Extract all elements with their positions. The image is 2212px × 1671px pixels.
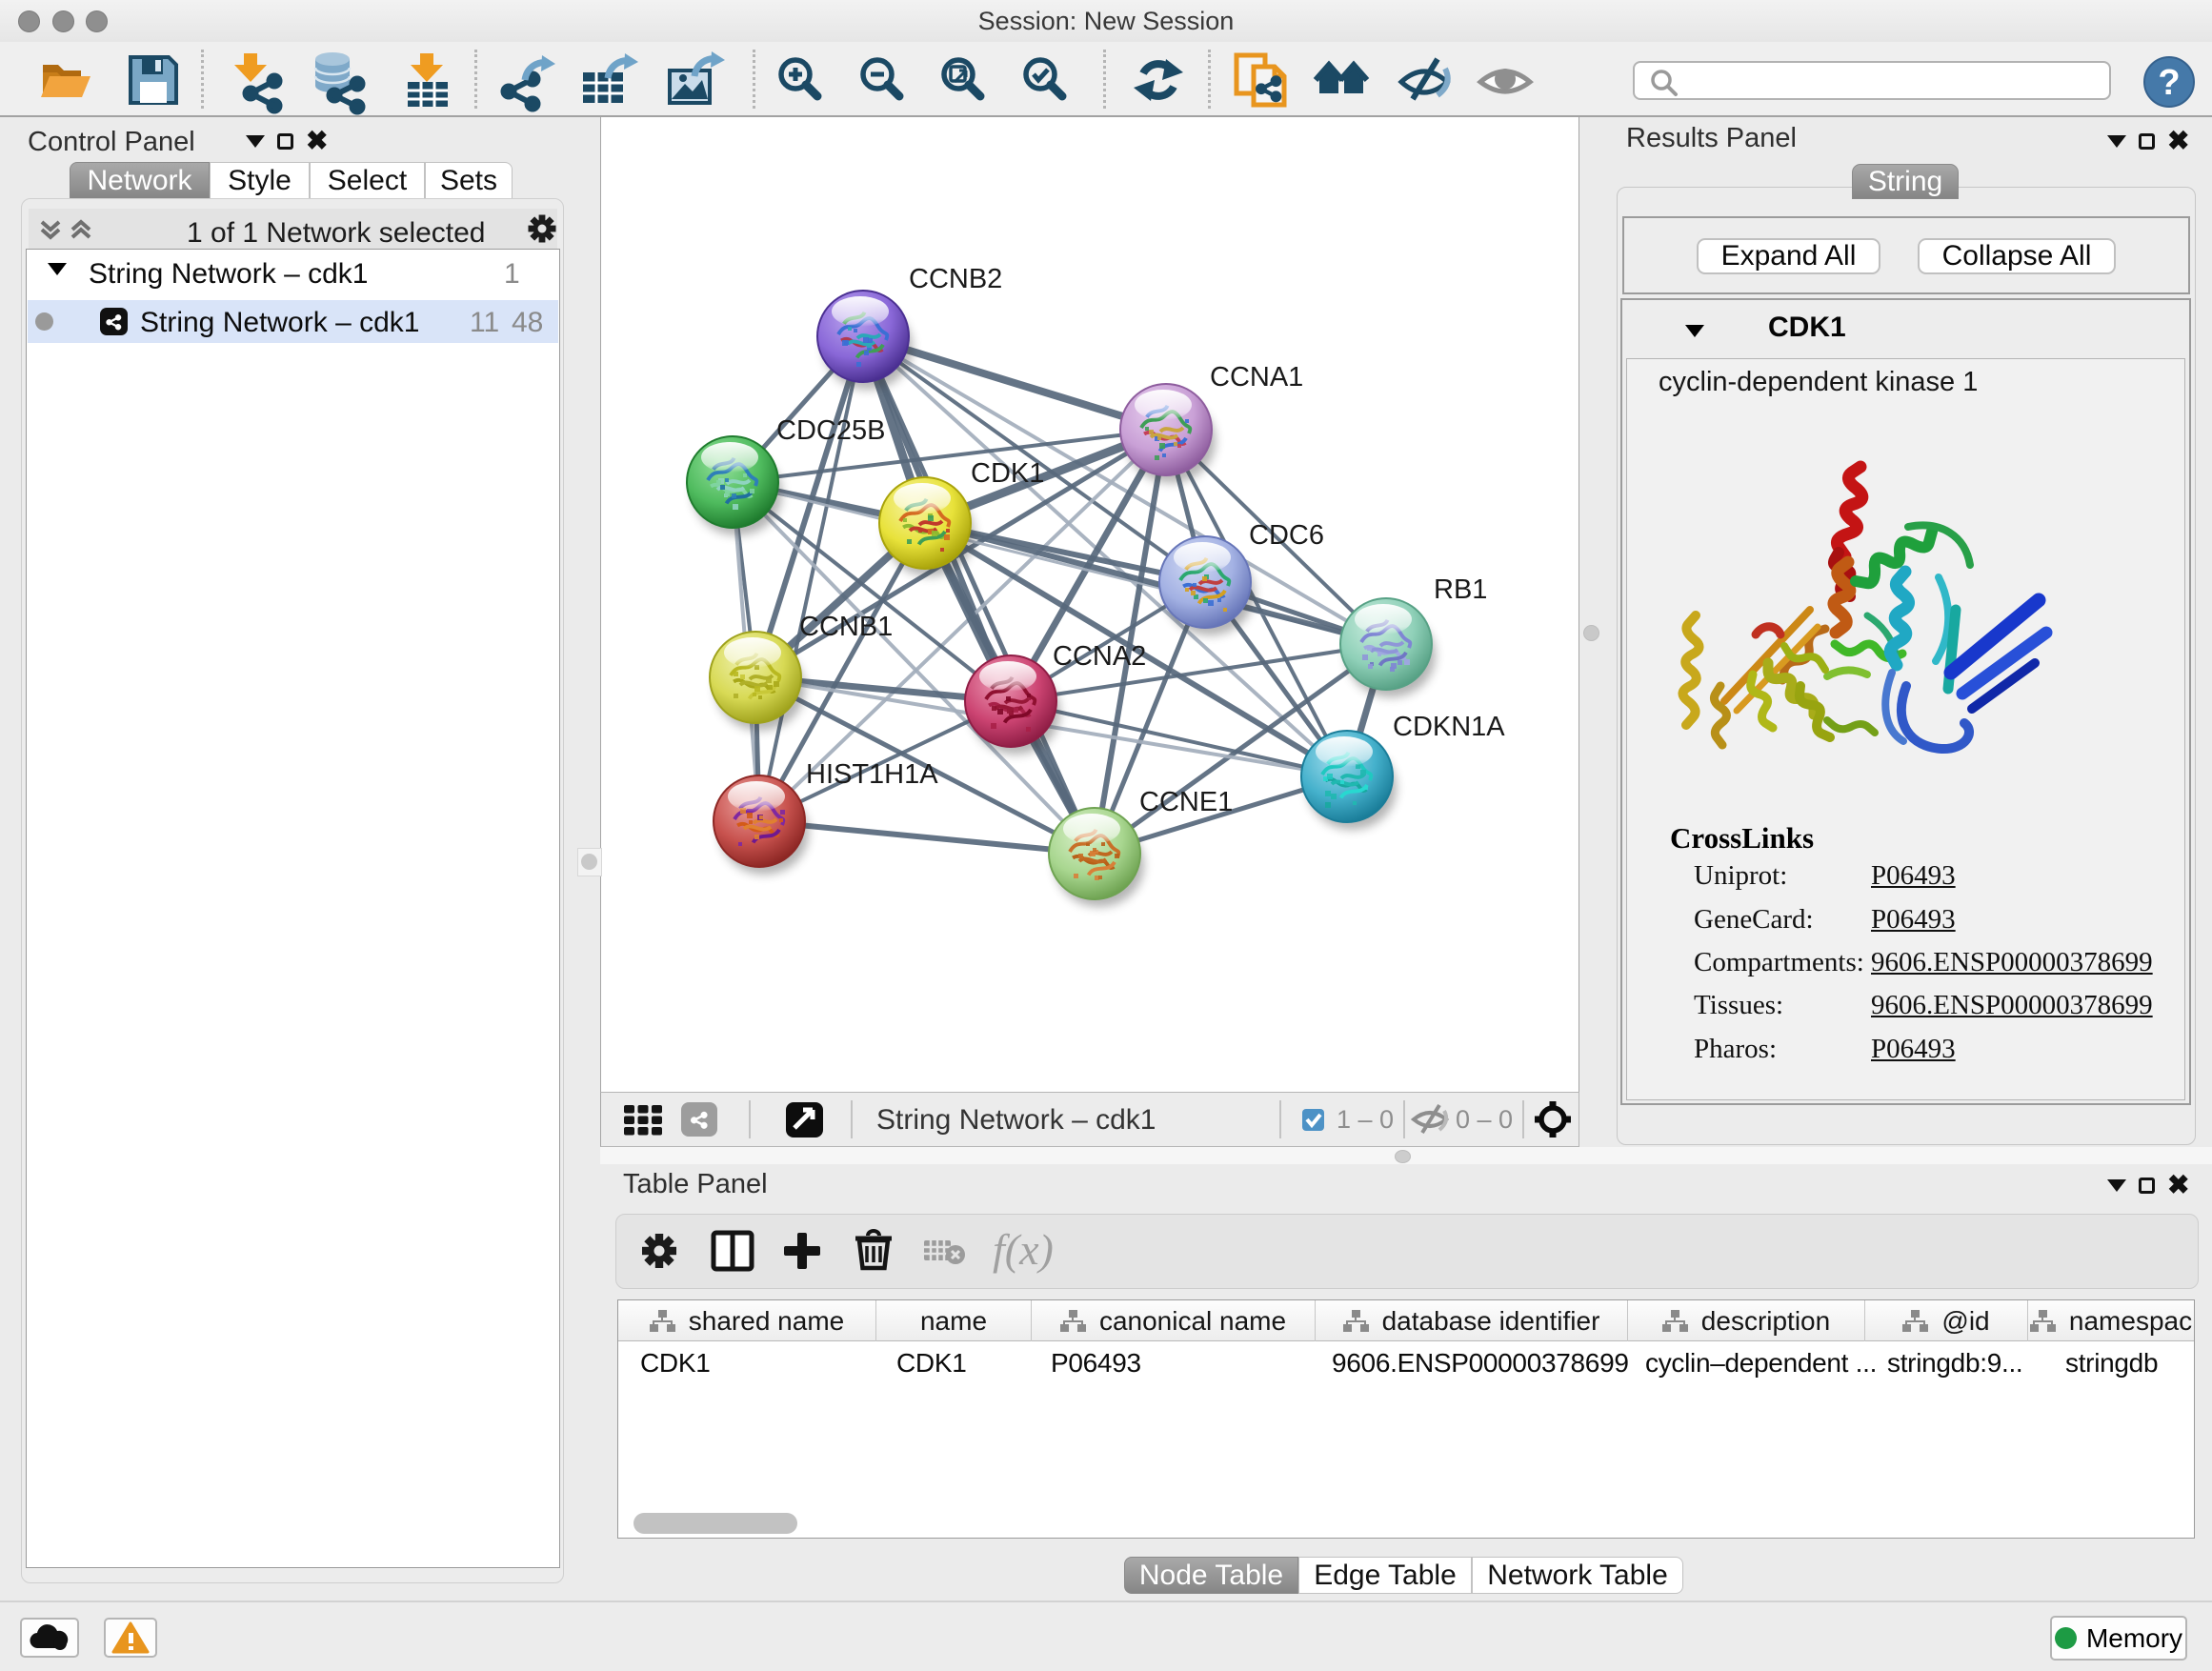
svg-text:CCNB1: CCNB1 — [799, 612, 893, 642]
svg-text:CCNA2: CCNA2 — [1053, 641, 1146, 672]
svg-text:CCNA1: CCNA1 — [1210, 362, 1303, 393]
svg-text:CDK1: CDK1 — [971, 458, 1044, 489]
svg-text:?: ? — [2158, 63, 2180, 103]
svg-text:0 – 0: 0 – 0 — [1456, 1105, 1513, 1134]
svg-text:CDKN1A: CDKN1A — [1393, 712, 1505, 742]
svg-text:RB1: RB1 — [1434, 574, 1487, 605]
svg-text:HIST1H1A: HIST1H1A — [806, 759, 938, 790]
svg-text:1 – 0: 1 – 0 — [1337, 1105, 1394, 1134]
svg-text:String Network – cdk1: String Network – cdk1 — [876, 1104, 1156, 1136]
svg-text:CDC6: CDC6 — [1249, 520, 1324, 551]
svg-text:CCNB2: CCNB2 — [909, 264, 1002, 294]
svg-text:f(x): f(x) — [993, 1225, 1054, 1274]
svg-text:CCNE1: CCNE1 — [1139, 787, 1233, 817]
svg-text:CDC25B: CDC25B — [776, 415, 885, 446]
